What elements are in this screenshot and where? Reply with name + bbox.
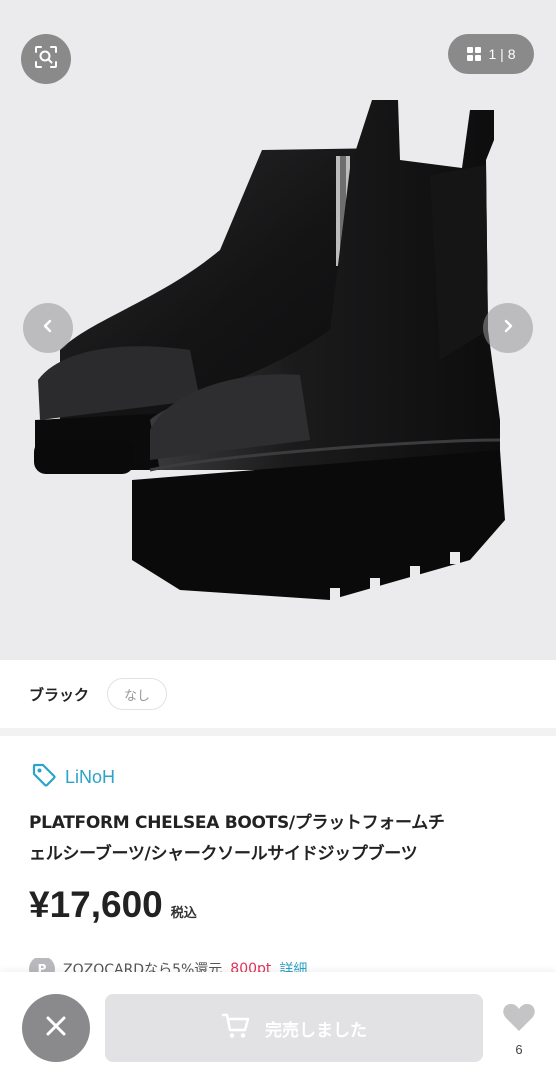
next-image-button[interactable]: [483, 303, 533, 353]
sold-out-label: 完売しました: [265, 1020, 367, 1041]
visual-search-button[interactable]: [21, 34, 71, 84]
product-photo: [34, 100, 505, 600]
close-button[interactable]: [22, 994, 90, 1062]
image-counter-button[interactable]: 1 | 8: [448, 34, 534, 74]
section-divider: [0, 728, 556, 736]
favorite-count: 6: [515, 1042, 523, 1057]
size-chip[interactable]: なし: [107, 678, 168, 710]
cart-icon: [221, 1012, 251, 1044]
color-label: ブラック: [29, 685, 90, 704]
bottom-action-bar: 完売しました 6: [0, 972, 556, 1080]
tag-icon: [31, 762, 57, 792]
product-image-viewer[interactable]: 1 | 8: [0, 0, 556, 660]
tax-label: 税込: [170, 906, 197, 921]
visual-search-icon: [33, 44, 59, 74]
product-price: ¥17,600: [29, 884, 163, 925]
product-title-line-2: ェルシーブーツ/シャークソールサイドジップブーツ: [29, 844, 418, 864]
chevron-right-icon: [500, 318, 516, 338]
image-counter: 1 | 8: [488, 46, 516, 62]
variant-row: ブラック なし: [0, 660, 556, 728]
favorite-button[interactable]: 6: [498, 1002, 540, 1057]
product-title-line-1: PLATFORM CHELSEA BOOTS/プラットフォームチ: [29, 813, 445, 833]
price-row: ¥17,600 税込: [29, 884, 197, 926]
heart-icon: [502, 1002, 536, 1036]
chevron-left-icon: [40, 318, 56, 338]
brand-link[interactable]: LiNoH: [31, 762, 115, 792]
brand-name: LiNoH: [65, 766, 116, 787]
sold-out-button[interactable]: 完売しました: [105, 994, 483, 1062]
grid-icon: [466, 47, 481, 61]
close-icon: [44, 1014, 68, 1042]
previous-image-button[interactable]: [23, 303, 73, 353]
product-title: PLATFORM CHELSEA BOOTS/プラットフォームチ ェルシーブーツ…: [29, 808, 529, 870]
